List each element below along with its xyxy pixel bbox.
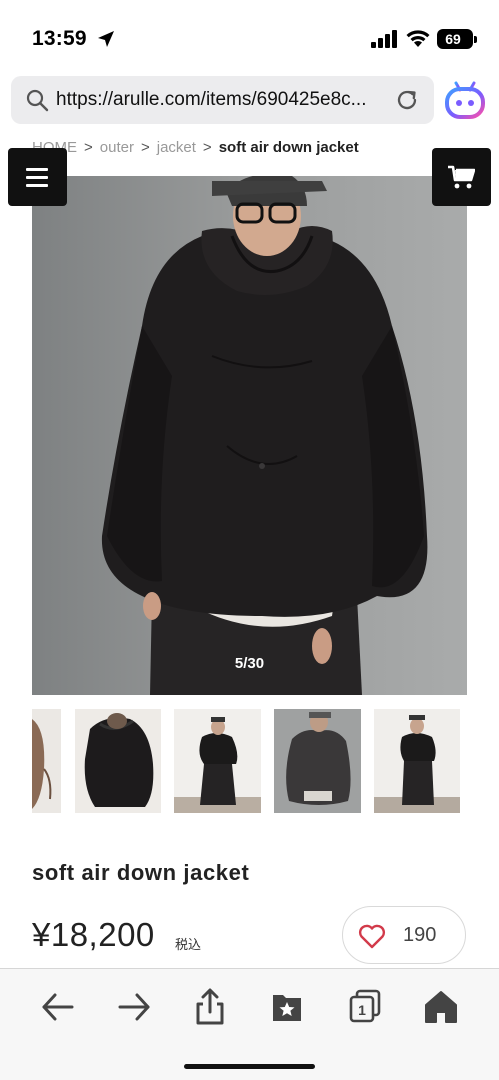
thumbnail-4[interactable] [274, 709, 361, 813]
cellular-signal-icon [371, 30, 397, 48]
forward-arrow-icon [118, 993, 150, 1021]
product-title: soft air down jacket [32, 860, 250, 885]
home-icon [425, 991, 457, 1023]
search-icon [26, 89, 49, 112]
tax-label: 税込 [175, 937, 202, 952]
breadcrumb: HOME > outer > jacket > soft air down ja… [32, 136, 359, 158]
product-price: ¥18,200 [32, 916, 155, 953]
share-icon [196, 988, 224, 1025]
breadcrumb-separator: > [84, 138, 93, 156]
battery-icon: 69 [437, 29, 477, 49]
reload-icon[interactable] [394, 87, 420, 113]
thumbnail-5[interactable] [374, 709, 460, 813]
battery-level: 69 [445, 31, 461, 47]
thumbnail-3[interactable] [174, 709, 261, 813]
breadcrumb-current: soft air down jacket [218, 138, 359, 156]
status-bar: 13:59 69 [0, 0, 499, 74]
product-main-image[interactable] [32, 176, 467, 695]
address-bar[interactable]: https://arulle.com/items/690425e8c... [11, 76, 434, 124]
breadcrumb-outer[interactable]: outer [100, 139, 134, 156]
tabs-count: 1 [358, 1002, 366, 1018]
bookmarks-icon [273, 995, 301, 1021]
share-button[interactable] [188, 987, 232, 1027]
assistant-icon[interactable] [444, 80, 486, 120]
bookmarks-button[interactable] [265, 987, 309, 1027]
breadcrumb-jacket[interactable]: jacket [157, 139, 196, 156]
like-button[interactable]: 190 [342, 906, 466, 964]
hamburger-menu-icon [26, 168, 48, 171]
home-button[interactable] [419, 987, 463, 1027]
breadcrumb-separator: > [140, 138, 150, 156]
menu-button[interactable] [8, 148, 67, 206]
like-count: 190 [403, 924, 437, 946]
status-time: 13:59 [32, 27, 87, 50]
cart-button[interactable] [432, 148, 491, 206]
wifi-icon [406, 30, 430, 47]
tabs-button[interactable]: 1 [343, 987, 387, 1027]
image-counter: 5/30 [234, 655, 265, 672]
thumbnail-1[interactable] [32, 709, 61, 813]
url-text[interactable]: https://arulle.com/items/690425e8c... [56, 89, 386, 111]
thumbnail-2[interactable] [75, 709, 161, 813]
forward-button[interactable] [112, 987, 156, 1027]
back-arrow-icon [42, 993, 74, 1021]
home-indicator [184, 1064, 315, 1069]
tabs-icon: 1 [349, 989, 381, 1023]
product-photo [32, 176, 467, 695]
shopping-cart-icon [448, 165, 475, 189]
heart-icon [358, 924, 386, 949]
back-button[interactable] [36, 987, 80, 1027]
location-arrow-icon [98, 31, 114, 47]
breadcrumb-separator: > [202, 138, 212, 156]
